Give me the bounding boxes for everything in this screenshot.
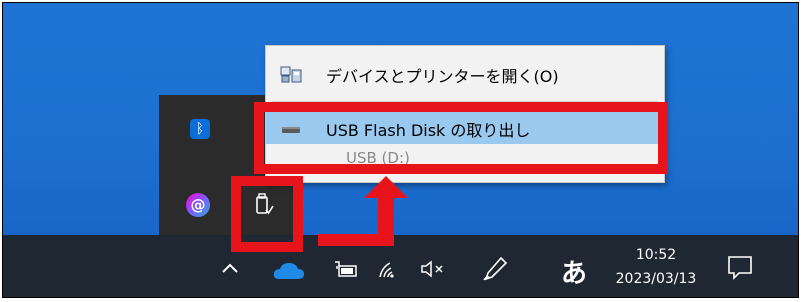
devices-printers-icon (280, 64, 302, 84)
highlight-box-eject (254, 102, 668, 174)
open-devices-label: デバイスとプリンターを開く(O) (326, 67, 559, 86)
open-devices-and-printers-item[interactable]: デバイスとプリンターを開く(O) (266, 58, 664, 90)
clock-date: 2023/03/13 (615, 271, 697, 287)
show-hidden-icons-chevron-icon[interactable] (221, 259, 239, 280)
bluetooth-icon[interactable]: ᛒ (190, 119, 210, 139)
notification-icon[interactable] (725, 253, 755, 281)
battery-icon[interactable] (333, 259, 359, 279)
screenshot-stage: ᛒ @ あ 10:52 2023/03/13 デバイスとプリンターを開く(O) … (0, 0, 803, 302)
volume-muted-icon[interactable] (419, 259, 447, 279)
screen-frame: ᛒ @ あ 10:52 2023/03/13 デバイスとプリンターを開く(O) … (2, 2, 799, 298)
taskbar-clock[interactable]: 10:52 2023/03/13 (601, 245, 721, 293)
onedrive-cloud-icon[interactable] (273, 262, 305, 280)
pen-icon[interactable] (481, 255, 509, 283)
clock-time: 10:52 (635, 247, 677, 263)
ime-indicator[interactable]: あ (561, 253, 587, 290)
pointer-arrow-icon (318, 176, 408, 246)
highlight-box-usb-icon (231, 176, 303, 252)
at-app-icon[interactable]: @ (186, 193, 210, 217)
wifi-icon[interactable] (376, 257, 402, 279)
